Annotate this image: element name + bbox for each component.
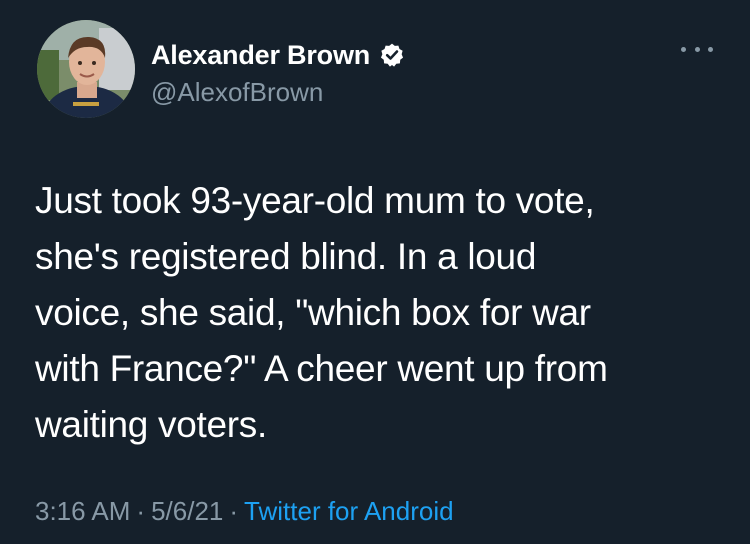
tweet-card: Alexander Brown @AlexofBrown Just took 9… xyxy=(0,0,750,544)
more-options-icon[interactable] xyxy=(681,43,713,55)
tweet-text-line: voice, she said, "which box for war xyxy=(35,292,591,333)
display-name[interactable]: Alexander Brown xyxy=(151,40,370,71)
verified-badge-icon xyxy=(379,42,405,68)
author-handle[interactable]: @AlexofBrown xyxy=(151,77,323,108)
separator: · xyxy=(229,496,239,526)
tweet-text-line: Just took 93-year-old mum to vote, xyxy=(35,180,595,221)
author-name-row[interactable]: Alexander Brown xyxy=(151,36,405,74)
avatar-photo-icon xyxy=(37,20,135,118)
tweet-text-line: she's registered blind. In a loud xyxy=(35,236,537,277)
tweet-source-link[interactable]: Twitter for Android xyxy=(244,496,454,526)
tweet-date[interactable]: 5/6/21 xyxy=(151,496,223,526)
dot-icon xyxy=(694,46,700,52)
tweet-metadata: 3:16 AM · 5/6/21 · Twitter for Android xyxy=(35,496,454,527)
avatar[interactable] xyxy=(37,20,135,118)
separator: · xyxy=(136,496,146,526)
dot-icon xyxy=(708,46,713,52)
dot-icon xyxy=(681,46,686,52)
tweet-text: Just took 93-year-old mum to vote, she's… xyxy=(35,173,735,453)
tweet-text-line: with France?" A cheer went up from xyxy=(35,348,608,389)
tweet-text-line: waiting voters. xyxy=(35,404,267,445)
tweet-time[interactable]: 3:16 AM xyxy=(35,496,130,526)
